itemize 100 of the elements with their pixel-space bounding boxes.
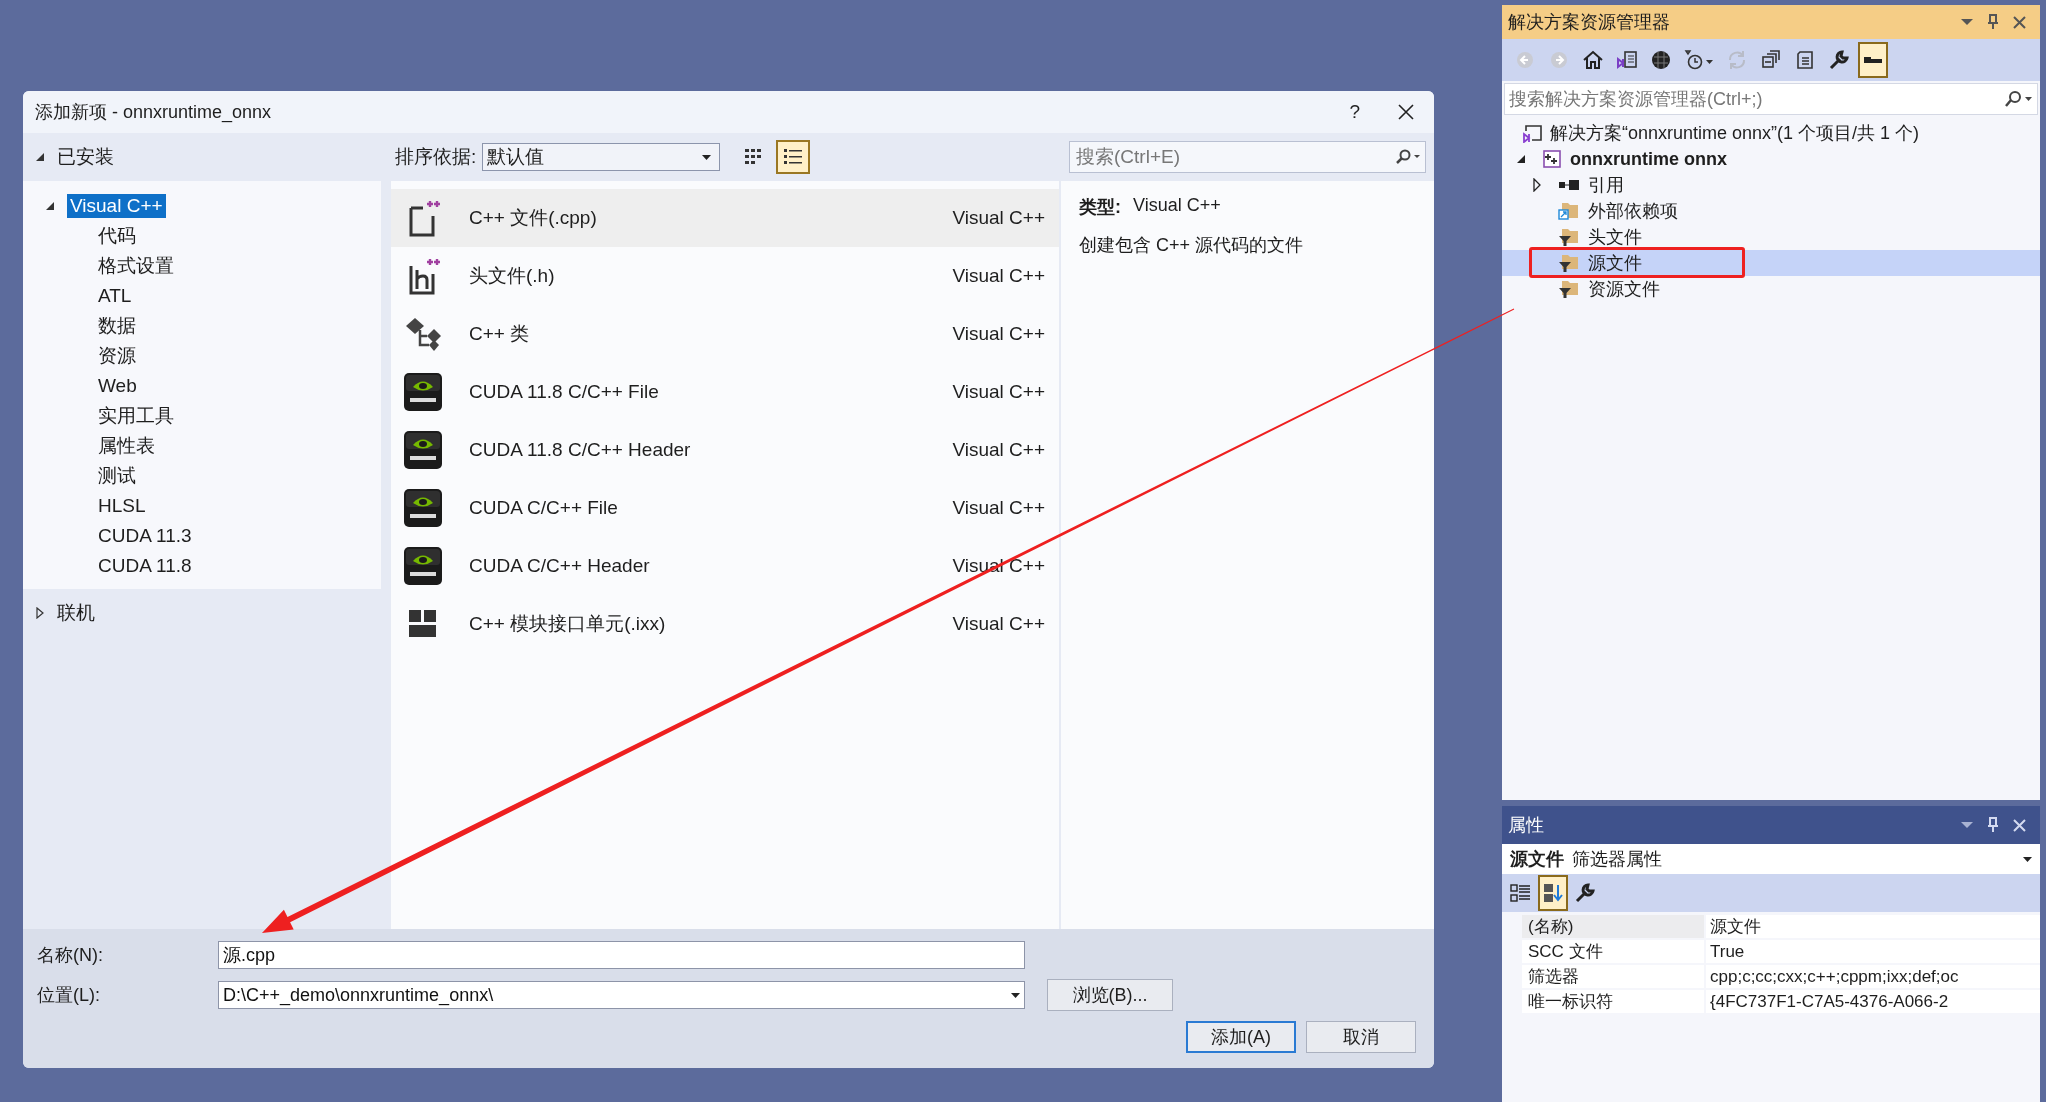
- category-item[interactable]: Visual C++: [67, 194, 166, 218]
- tree-row[interactable]: 资源文件: [1502, 276, 2040, 302]
- property-value: 源文件: [1706, 915, 2040, 938]
- property-value: {4FC737F1-C7A5-4376-A066-2: [1706, 990, 2040, 1013]
- search-icon: [2003, 90, 2033, 108]
- template-language: Visual C++: [952, 613, 1045, 635]
- preview-icon: [1864, 57, 1882, 63]
- list-view-button[interactable]: [776, 140, 811, 174]
- category-item[interactable]: ATL: [95, 284, 135, 308]
- tree-row[interactable]: 源文件: [1502, 250, 2040, 276]
- tree-item[interactable]: 引用: [1588, 173, 1624, 197]
- panel-title: 解决方案资源管理器: [1508, 11, 1671, 34]
- category-item[interactable]: 测试: [95, 462, 139, 490]
- category-item[interactable]: 属性表: [95, 432, 158, 460]
- name-label: 名称(N):: [37, 944, 104, 967]
- type-value: Visual C++: [1133, 195, 1221, 217]
- collapse-icon: [1760, 49, 1782, 71]
- location-dropdown[interactable]: D:\C++_demo\onnxruntime_onnx\: [218, 981, 1025, 1009]
- refresh-icon: [1726, 49, 1748, 71]
- template-item[interactable]: C++ 模块接口单元(.ixx) Visual C++: [391, 595, 1059, 653]
- template-item[interactable]: C++ 类 Visual C++: [391, 305, 1059, 363]
- project-node[interactable]: onnxruntime onnx: [1570, 148, 1727, 170]
- tree-item[interactable]: 资源文件: [1588, 277, 1660, 301]
- category-item[interactable]: 资源: [95, 342, 139, 370]
- sort-label: 排序依据:: [395, 145, 477, 169]
- property-name[interactable]: 筛选器: [1522, 965, 1704, 988]
- tree-row[interactable]: 引用: [1502, 172, 2040, 198]
- dropdown-icon[interactable]: [1961, 18, 1973, 26]
- template-language: Visual C++: [952, 207, 1045, 229]
- template-item[interactable]: CUDA C/C++ File Visual C++: [391, 479, 1059, 537]
- wrench-icon: [1828, 49, 1850, 71]
- search-icon: [1395, 149, 1421, 165]
- property-name[interactable]: (名称): [1522, 915, 1704, 938]
- object-selector[interactable]: 源文件 筛选器属性: [1502, 844, 2040, 874]
- expanded-arrow-icon[interactable]: [45, 200, 55, 212]
- alphabetical-button[interactable]: [1538, 875, 1568, 911]
- expanded-arrow-icon[interactable]: [35, 151, 45, 163]
- template-language: Visual C++: [952, 497, 1045, 519]
- document-icon: [1616, 50, 1638, 70]
- caret-icon: [2023, 856, 2032, 862]
- template-language: Visual C++: [952, 323, 1045, 345]
- property-value: True: [1706, 940, 2040, 963]
- filter-folder-icon: [1558, 227, 1580, 247]
- dropdown-icon[interactable]: [1961, 821, 1973, 829]
- references-icon: [1558, 178, 1580, 192]
- category-item[interactable]: Web: [95, 374, 140, 398]
- type-label: 类型:: [1079, 196, 1121, 219]
- expanded-arrow-icon[interactable]: [1516, 153, 1526, 165]
- template-item[interactable]: C++ 文件(.cpp) Visual C++: [391, 189, 1059, 247]
- property-name[interactable]: 唯一标识符: [1522, 990, 1704, 1013]
- clipboard-icon: [1794, 49, 1816, 71]
- solution-icon: [1522, 123, 1542, 143]
- cancel-button[interactable]: 取消: [1306, 1021, 1416, 1053]
- collapsed-arrow-icon[interactable]: [35, 607, 45, 619]
- template-language: Visual C++: [952, 265, 1045, 287]
- search-field[interactable]: 搜索解决方案资源管理器(Ctrl+;): [1504, 83, 2038, 115]
- collapsed-arrow-icon[interactable]: [1532, 178, 1542, 192]
- category-item[interactable]: HLSL: [95, 494, 149, 518]
- eye-logo-icon: [403, 372, 443, 412]
- eye-logo-icon: [403, 430, 443, 470]
- eye-logo-icon: [403, 488, 443, 528]
- category-item[interactable]: 代码: [95, 222, 139, 250]
- tree-row[interactable]: 头文件: [1502, 224, 2040, 250]
- home-icon: [1582, 50, 1604, 70]
- pin-icon[interactable]: [1987, 14, 1999, 30]
- category-label[interactable]: 联机: [57, 600, 95, 626]
- template-description: 创建包含 C++ 源代码的文件: [1079, 234, 1305, 257]
- category-item[interactable]: CUDA 11.3: [95, 524, 195, 548]
- panel-title: 属性: [1508, 814, 1545, 837]
- name-input[interactable]: 源.cpp: [218, 941, 1025, 969]
- category-item[interactable]: 数据: [95, 312, 139, 340]
- categorized-list-icon: [1510, 882, 1532, 904]
- category-label[interactable]: 已安装: [57, 144, 114, 170]
- search-field[interactable]: 搜索(Ctrl+E): [1069, 141, 1426, 173]
- preview-button[interactable]: [1858, 42, 1888, 78]
- close-icon[interactable]: [1398, 104, 1414, 120]
- filter-folder-icon: [1558, 279, 1580, 299]
- category-item[interactable]: 实用工具: [95, 402, 177, 430]
- dialog-title: 添加新项 - onnxruntime_onnx: [35, 101, 273, 124]
- tree-row[interactable]: 外部依赖项: [1502, 198, 2040, 224]
- list-icon: [783, 148, 804, 166]
- tree-item[interactable]: 外部依赖项: [1588, 199, 1678, 223]
- help-button[interactable]: ?: [1341, 101, 1368, 123]
- property-name[interactable]: SCC 文件: [1522, 940, 1704, 963]
- category-item[interactable]: 格式设置: [95, 252, 177, 280]
- sort-dropdown[interactable]: 默认值: [482, 143, 721, 171]
- add-button[interactable]: 添加(A): [1186, 1021, 1296, 1053]
- tree-item[interactable]: 头文件: [1588, 225, 1642, 249]
- eye-logo-icon: [403, 546, 443, 586]
- template-item[interactable]: CUDA 11.8 C/C++ Header Visual C++: [391, 421, 1059, 479]
- caret-icon: [1011, 992, 1020, 998]
- solution-node[interactable]: 解决方案“onnxruntime onnx”(1 个项目/共 1 个): [1550, 121, 1920, 145]
- tree-item[interactable]: 源文件: [1588, 251, 1642, 275]
- template-item[interactable]: 头文件(.h) Visual C++: [391, 247, 1059, 305]
- category-item[interactable]: CUDA 11.8: [95, 554, 195, 578]
- filter-folder-icon: [1558, 253, 1580, 273]
- browse-button[interactable]: 浏览(B)...: [1047, 979, 1173, 1011]
- template-item[interactable]: CUDA 11.8 C/C++ File Visual C++: [391, 363, 1059, 421]
- clock-icon: [1684, 49, 1714, 71]
- project-icon: [1542, 149, 1562, 169]
